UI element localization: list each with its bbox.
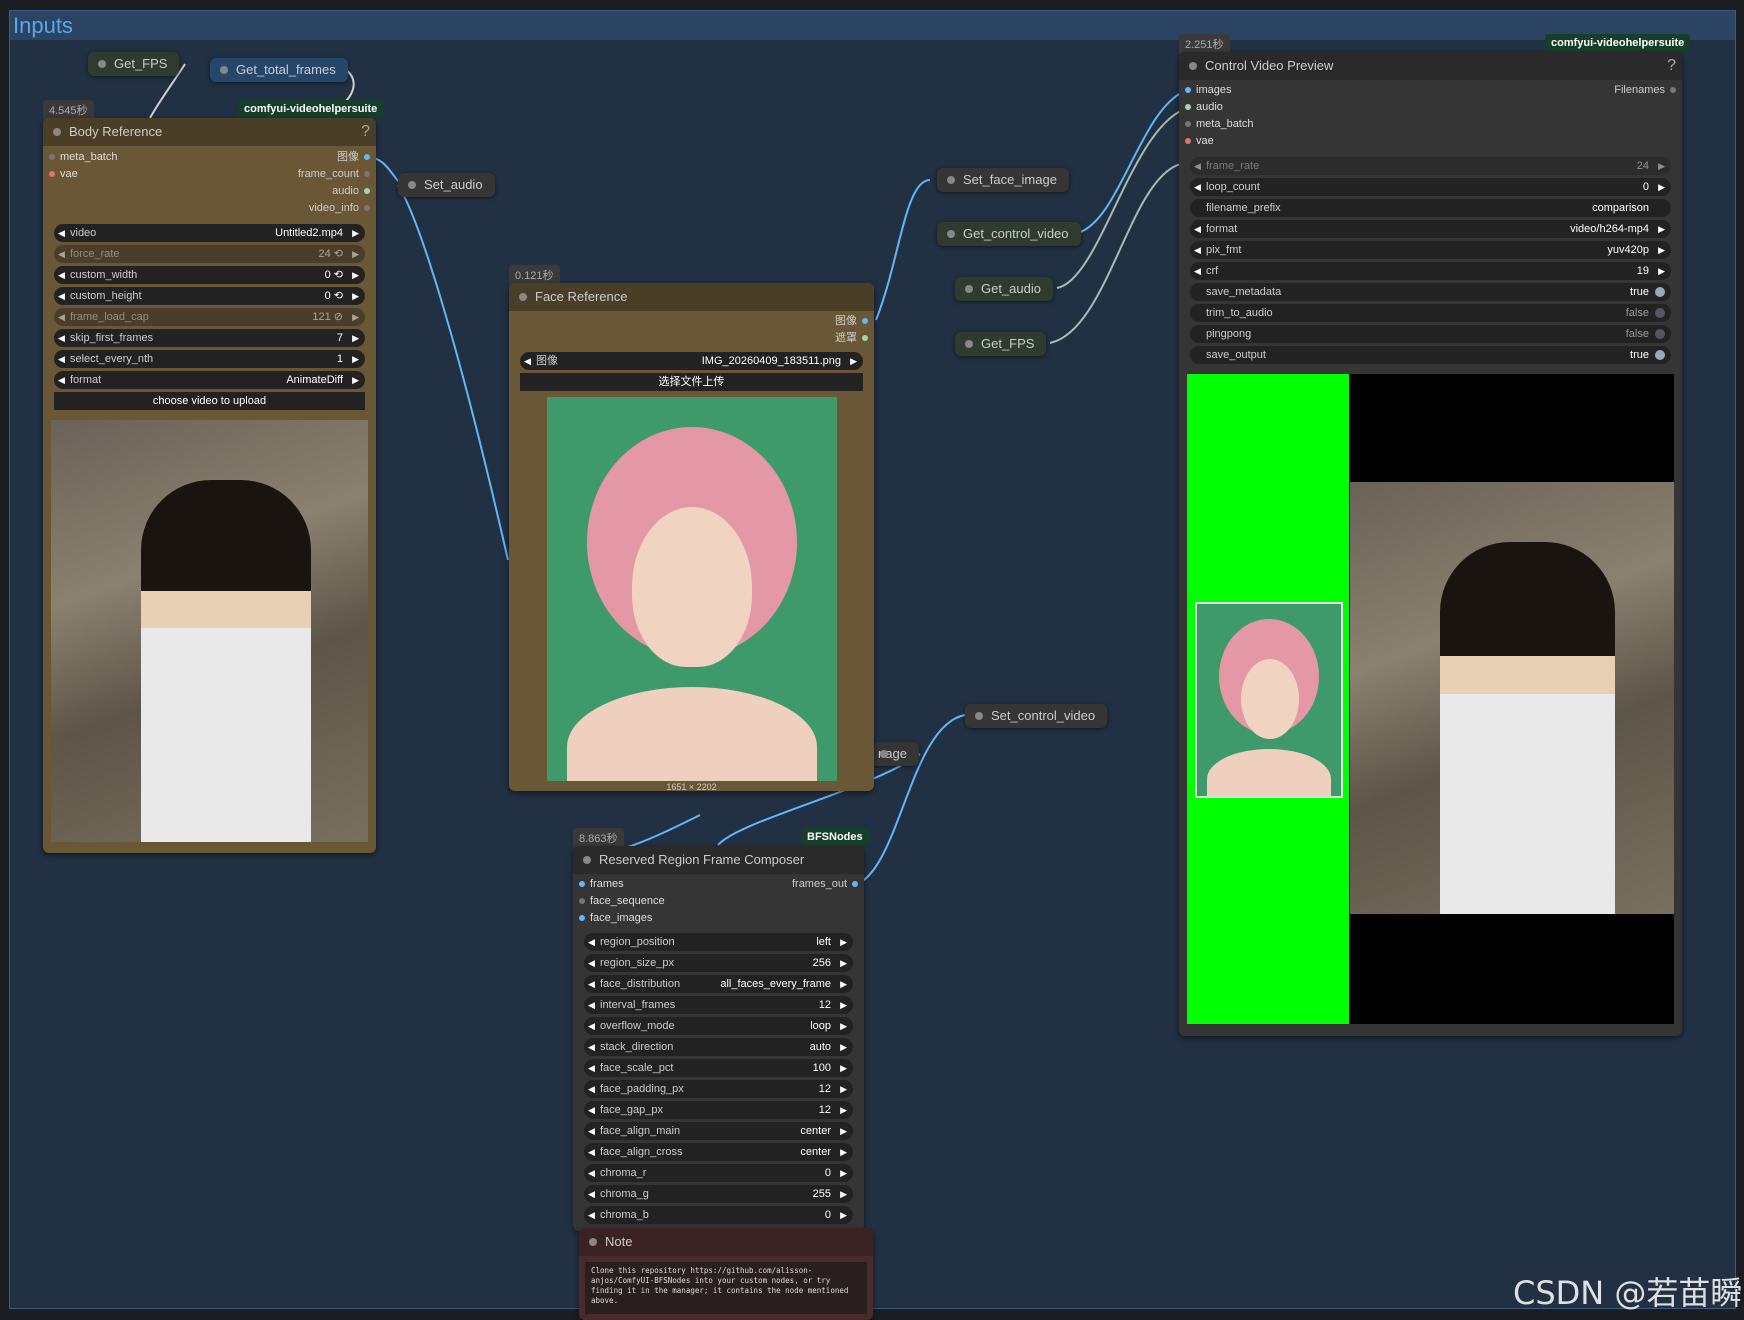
widget-region-size-px[interactable]: region_size_px256 — [584, 954, 853, 972]
widget-crf[interactable]: crf19 — [1190, 262, 1671, 280]
slot-dot-icon — [49, 154, 55, 160]
widget-format[interactable]: formatvideo/h264-mp4 — [1190, 220, 1671, 238]
shoulders-shape — [566, 687, 817, 781]
person-figure — [141, 480, 311, 842]
set-audio-pill[interactable]: Set_audio — [398, 173, 495, 197]
control-video-preview-node[interactable]: Control Video Preview? images Filenames a… — [1179, 52, 1682, 1036]
note-title[interactable]: Note — [579, 1228, 873, 1256]
input-vae[interactable]: vae frame_count — [43, 166, 376, 183]
input-images[interactable]: images Filenames — [1179, 82, 1682, 99]
toggle-knob[interactable] — [1655, 350, 1665, 360]
get-fps-right-pill[interactable]: Get_FPS — [955, 332, 1047, 356]
body-reference-node[interactable]: Body Reference? meta_batch 图像 vae frame_co… — [43, 118, 376, 853]
preview-time: 2.251秒 — [1179, 34, 1230, 54]
get-fps-pill[interactable]: Get_FPS — [88, 52, 180, 76]
widget-chroma-r[interactable]: chroma_r0 — [584, 1164, 853, 1182]
choose-video-upload-button[interactable]: choose video to upload — [54, 392, 365, 410]
image-dims: 1651 × 2202 — [666, 782, 717, 792]
get-total-frames-pill[interactable]: Get_total_frames — [210, 58, 348, 82]
output-image[interactable]: 图像 — [509, 313, 874, 330]
widget-face-align-main[interactable]: face_align_maincenter — [584, 1122, 853, 1140]
toggle-save-metadata[interactable]: save_metadata true — [1190, 283, 1671, 301]
toggle-knob[interactable] — [1655, 287, 1665, 297]
input-meta-batch[interactable]: meta_batch 图像 — [43, 149, 376, 166]
get-audio-pill[interactable]: Get_audio — [955, 277, 1053, 301]
input-meta-batch[interactable]: meta_batch — [1179, 116, 1682, 133]
widget-chroma-b[interactable]: chroma_b0 — [584, 1206, 853, 1224]
input-face-images[interactable]: face_images — [573, 910, 864, 927]
help-icon[interactable]: ? — [361, 118, 370, 146]
widget-overflow-mode[interactable]: overflow_modeloop — [584, 1017, 853, 1035]
help-icon[interactable]: ? — [1667, 52, 1676, 80]
output-audio[interactable]: audio — [43, 183, 376, 200]
widget-loop-count[interactable]: loop_count0 — [1190, 178, 1671, 196]
widget-stack-direction[interactable]: stack_directionauto — [584, 1038, 853, 1056]
widget-interval-frames[interactable]: interval_frames12 — [584, 996, 853, 1014]
input-audio[interactable]: audio — [1179, 99, 1682, 116]
image-pill-partial[interactable]: nage — [870, 742, 919, 766]
face-image-preview — [546, 397, 837, 781]
widget-custom-height[interactable]: custom_height0 ⟲ — [54, 287, 365, 305]
widget-filename-prefix[interactable]: filename_prefix comparison — [1190, 199, 1671, 217]
face-ref-title[interactable]: Face Reference — [509, 283, 874, 311]
set-control-video-pill[interactable]: Set_control_video — [965, 704, 1108, 728]
set-face-image-pill[interactable]: Set_face_image — [937, 168, 1069, 192]
widget-face-align-cross[interactable]: face_align_crosscenter — [584, 1143, 853, 1161]
toggle-knob[interactable] — [1655, 308, 1665, 318]
widget-face-padding-px[interactable]: face_padding_px12 — [584, 1080, 853, 1098]
composer-time: 8.863秒 — [573, 828, 624, 848]
widget-face-distribution[interactable]: face_distributionall_faces_every_frame — [584, 975, 853, 993]
note-node[interactable]: Note Clone this repository https://githu… — [579, 1228, 873, 1320]
widget-face-scale-pct[interactable]: face_scale_pct100 — [584, 1059, 853, 1077]
widget-image-file[interactable]: 图像IMG_20260409_183511.png — [520, 352, 863, 370]
input-frames[interactable]: frames frames_out — [573, 876, 864, 893]
watermark: CSDN @若苗瞬 — [1513, 1274, 1743, 1312]
body-ref-title[interactable]: Body Reference? — [43, 118, 376, 146]
preview-tag: comfyui-videohelpersuite — [1545, 34, 1691, 52]
toggle-pingpong[interactable]: pingpong false — [1190, 325, 1671, 343]
widget-frame-rate[interactable]: frame_rate24 — [1190, 157, 1671, 175]
note-text[interactable]: Clone this repository https://github.com… — [585, 1262, 867, 1314]
input-vae[interactable]: vae — [1179, 133, 1682, 150]
widget-format[interactable]: formatAnimateDiff — [54, 371, 365, 389]
get-control-video-pill[interactable]: Get_control_video — [937, 222, 1081, 246]
upload-file-button[interactable]: 选择文件上传 — [520, 373, 863, 391]
widget-custom-width[interactable]: custom_width0 ⟲ — [54, 266, 365, 284]
composer-tag: BFSNodes — [801, 828, 869, 846]
preview-title[interactable]: Control Video Preview? — [1179, 52, 1682, 80]
body-ref-tag: comfyui-videohelpersuite — [238, 100, 384, 118]
face-ref-time: 0.121秒 — [509, 265, 560, 285]
toggle-trim-to-audio[interactable]: trim_to_audio false — [1190, 304, 1671, 322]
face-thumbnail — [1195, 602, 1343, 798]
widget-skip-first-frames[interactable]: skip_first_frames7 — [54, 329, 365, 347]
widget-chroma-g[interactable]: chroma_g255 — [584, 1185, 853, 1203]
toggle-save-output[interactable]: save_output true — [1190, 346, 1671, 364]
video-preview — [1187, 374, 1674, 1024]
body-ref-time: 4.545秒 — [43, 100, 94, 120]
output-video-info[interactable]: video_info — [43, 200, 376, 217]
widget-pix-fmt[interactable]: pix_fmtyuv420p — [1190, 241, 1671, 259]
widget-frame-load-cap[interactable]: frame_load_cap121 ⊘ — [54, 308, 365, 326]
widget-video[interactable]: videoUntitled2.mp4 — [54, 224, 365, 242]
output-mask[interactable]: 遮罩 — [509, 330, 874, 347]
widget-force-rate[interactable]: force_rate24 ⟲ — [54, 245, 365, 263]
body-video-preview — [51, 420, 368, 842]
widget-face-gap-px[interactable]: face_gap_px12 — [584, 1101, 853, 1119]
face-reference-node[interactable]: Face Reference 图像 遮罩 图像IMG_20260409_1835… — [509, 283, 874, 792]
region-frame-composer-node[interactable]: Reserved Region Frame Composer frames fra… — [573, 846, 864, 1231]
body-frame — [1350, 482, 1674, 914]
composer-title[interactable]: Reserved Region Frame Composer — [573, 846, 864, 874]
widget-select-every-nth[interactable]: select_every_nth1 — [54, 350, 365, 368]
face-shape — [631, 507, 752, 667]
widget-region-position[interactable]: region_positionleft — [584, 933, 853, 951]
input-face-sequence[interactable]: face_sequence — [573, 893, 864, 910]
toggle-knob[interactable] — [1655, 329, 1665, 339]
